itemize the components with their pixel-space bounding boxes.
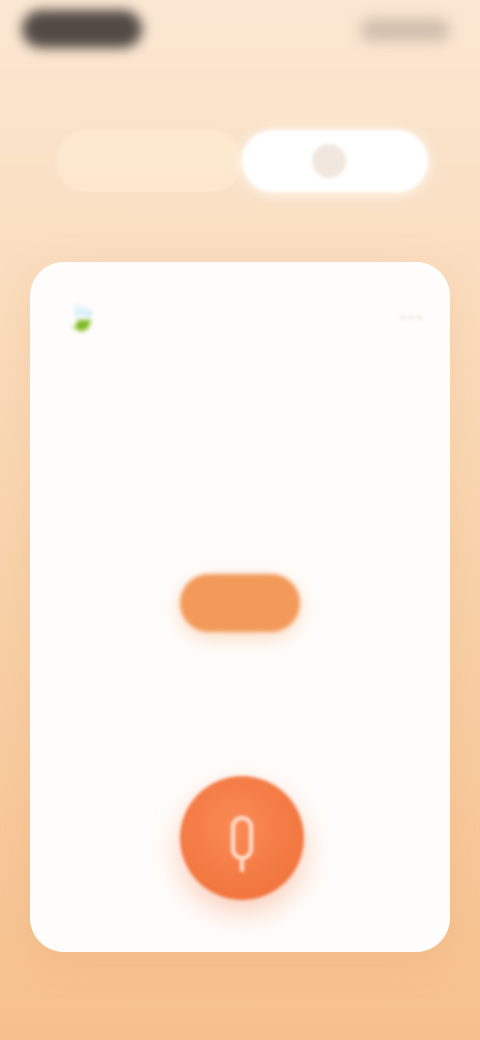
segment-right[interactable] xyxy=(242,130,428,192)
segmented-control xyxy=(56,130,428,192)
status-bar-right xyxy=(360,18,450,42)
segment-left[interactable] xyxy=(56,130,242,192)
status-pill[interactable] xyxy=(180,574,300,632)
segment-right-icon xyxy=(312,144,346,178)
microphone-icon xyxy=(231,816,253,860)
leaf-icon: 🍃 xyxy=(65,301,99,332)
record-button[interactable] xyxy=(180,776,304,900)
status-bar-left xyxy=(22,10,142,48)
more-icon[interactable]: ⋯ xyxy=(394,300,428,334)
